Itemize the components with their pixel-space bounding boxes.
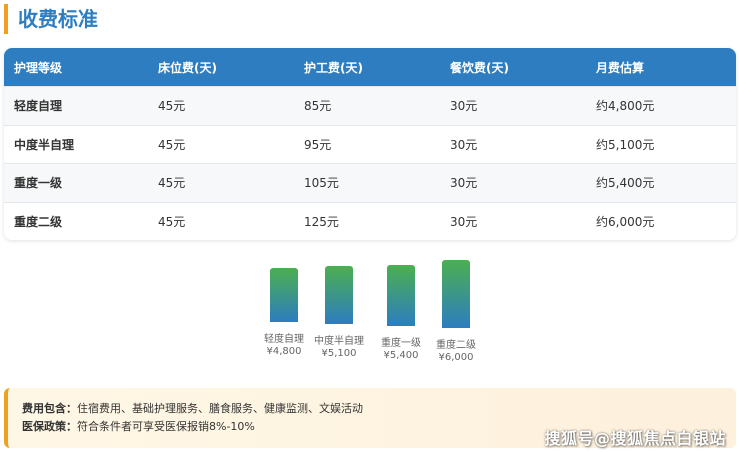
- chart-value-label: ¥5,100: [321, 348, 357, 359]
- chart-value-label: ¥6,000: [438, 352, 474, 363]
- cell-nursing-fee: 85元: [304, 99, 332, 114]
- table-body: 轻度自理 45元 85元 30元 约4,800元 中度半自理 45元 95元 3…: [4, 86, 736, 240]
- header-bed-fee: 床位费(天): [158, 60, 217, 75]
- section-title: 收费标准: [4, 4, 98, 34]
- chart-bar: [387, 265, 415, 326]
- cell-meal-fee: 30元: [450, 137, 478, 152]
- cell-care-level: 重度二级: [14, 214, 63, 229]
- table-row: 轻度自理 45元 85元 30元 约4,800元: [4, 86, 736, 125]
- table-row: 中度半自理 45元 95元 30元 约5,100元: [4, 124, 736, 163]
- cell-monthly-estimate: 约5,400元: [596, 176, 655, 191]
- chart-bar: [325, 266, 353, 324]
- chart-bar: [270, 268, 298, 322]
- table-row: 重度一级 45元 105元 30元 约5,400元: [4, 163, 736, 202]
- cell-care-level: 中度半自理: [14, 137, 75, 152]
- cell-bed-fee: 45元: [158, 214, 186, 229]
- cell-care-level: 轻度自理: [14, 99, 63, 114]
- section-title-text: 收费标准: [18, 7, 98, 31]
- cell-meal-fee: 30元: [450, 176, 478, 191]
- header-monthly-estimate: 月费估算: [596, 60, 645, 75]
- insurance-policy-label: 医保政策：: [22, 420, 77, 433]
- header-nursing-fee: 护工费(天): [304, 60, 363, 75]
- header-care-level: 护理等级: [14, 60, 63, 75]
- cell-nursing-fee: 105元: [304, 176, 339, 191]
- table-row: 重度二级 45元 125元 30元 约6,000元: [4, 201, 736, 240]
- watermark: 搜狐号@搜狐焦点白银站: [544, 429, 726, 448]
- cell-care-level: 重度一级: [14, 176, 63, 191]
- fee-includes-label: 费用包含：: [22, 402, 77, 415]
- cell-bed-fee: 45元: [158, 99, 186, 114]
- header-meal-fee: 餐饮费(天): [450, 60, 509, 75]
- cell-monthly-estimate: 约4,800元: [596, 99, 655, 114]
- monthly-fee-bar-chart: 轻度自理 ¥4,800 中度半自理 ¥5,100 重度一级 ¥5,400 重度二级 ¥6,00…: [0, 250, 740, 380]
- cell-nursing-fee: 125元: [304, 214, 339, 229]
- cell-nursing-fee: 95元: [304, 137, 332, 152]
- cell-meal-fee: 30元: [450, 99, 478, 114]
- fee-table: 护理等级 床位费(天) 护工费(天) 餐饮费(天) 月费估算 轻度自理 45元 …: [4, 48, 736, 240]
- fee-includes-text: 住宿费用、基础护理服务、膳食服务、健康监测、文娱活动: [77, 402, 363, 415]
- cell-meal-fee: 30元: [450, 214, 478, 229]
- cell-monthly-estimate: 约6,000元: [596, 214, 655, 229]
- cell-bed-fee: 45元: [158, 176, 186, 191]
- chart-category-label: 重度二级: [436, 340, 476, 351]
- chart-category-label: 中度半自理: [314, 336, 364, 347]
- insurance-policy-text: 符合条件者可享受医保报销8%-10%: [77, 420, 255, 433]
- cell-bed-fee: 45元: [158, 137, 186, 152]
- fee-includes-line: 费用包含：住宿费用、基础护理服务、膳食服务、健康监测、文娱活动: [22, 400, 722, 418]
- cell-monthly-estimate: 约5,100元: [596, 137, 655, 152]
- chart-bar: [442, 260, 470, 328]
- table-header: 护理等级 床位费(天) 护工费(天) 餐饮费(天) 月费估算: [4, 48, 736, 86]
